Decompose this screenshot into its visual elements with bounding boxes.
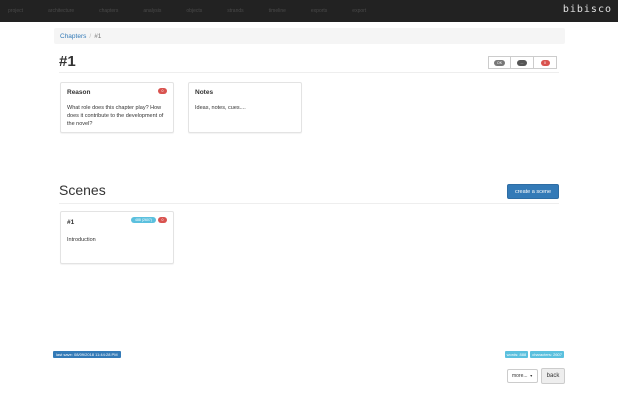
nav-item-project[interactable]: project <box>8 8 23 14</box>
scene-card-body: Introduction <box>67 237 96 243</box>
top-navbar: project architecture chapters analysis o… <box>0 0 618 22</box>
reason-status-badge: 0 <box>158 88 167 94</box>
title-divider <box>59 72 559 73</box>
word-stats: words: 888 characters: 2607 <box>504 351 564 358</box>
back-button[interactable]: back <box>541 368 565 384</box>
reason-card-title: Reason <box>67 89 91 96</box>
caret-down-icon: ▼ <box>529 374 534 378</box>
scene-words-badge: 488 (2607) <box>131 217 156 223</box>
characters-count-label: characters: 2607 <box>530 351 564 358</box>
last-save-label: last save: 08/09/2018 11:44:28 PM <box>53 351 121 358</box>
nav-item-analysis[interactable]: analysis <box>143 8 161 14</box>
notes-card-title: Notes <box>195 89 214 96</box>
chapter-status-button-group: OK ... 0 <box>488 56 557 69</box>
breadcrumb-current: #1 <box>94 32 102 40</box>
more-button-label: more... <box>511 373 528 379</box>
navbar-menu: project architecture chapters analysis o… <box>8 0 391 22</box>
nav-item-timeline[interactable]: timeline <box>269 8 286 14</box>
scene-badges: 488 (2607) 0 <box>131 217 167 223</box>
reason-card-body: What role does this chapter play? How do… <box>67 105 164 127</box>
scene-card[interactable]: #1 488 (2607) 0 Introduction <box>60 211 174 264</box>
scene-status-badge: 0 <box>158 217 167 223</box>
notes-card[interactable]: Notes Ideas, notes, cues.... <box>188 82 302 133</box>
status-todo-badge: ... <box>517 59 527 66</box>
breadcrumb-separator: / <box>89 32 92 40</box>
page-title: #1 <box>59 53 76 70</box>
status-zero-badge: 0 <box>540 59 550 66</box>
status-ok-button[interactable]: OK <box>488 56 511 69</box>
nav-item-strands[interactable]: strands <box>227 8 243 14</box>
app-logo: bibisco <box>562 4 612 15</box>
breadcrumb: Chapters / #1 <box>54 28 565 44</box>
status-ok-badge: OK <box>494 59 505 66</box>
nav-item-chapters[interactable]: chapters <box>99 8 118 14</box>
scene-card-title: #1 <box>67 219 75 226</box>
nav-item-exports[interactable]: exports <box>311 8 327 14</box>
scenes-divider <box>59 203 559 204</box>
breadcrumb-chapters-link[interactable]: Chapters <box>60 33 86 40</box>
status-zero-button[interactable]: 0 <box>534 56 557 69</box>
nav-item-objects[interactable]: objects <box>186 8 202 14</box>
create-scene-button[interactable]: create a scene <box>507 184 559 199</box>
nav-item-architecture[interactable]: architecture <box>48 8 74 14</box>
words-count-label: words: 888 <box>504 351 529 358</box>
more-dropdown-button[interactable]: more... ▼ <box>507 369 538 383</box>
nav-item-export[interactable]: export <box>352 8 366 14</box>
status-todo-button[interactable]: ... <box>511 56 534 69</box>
notes-card-body: Ideas, notes, cues.... <box>195 105 246 111</box>
reason-card[interactable]: Reason 0 What role does this chapter pla… <box>60 82 174 133</box>
scenes-heading: Scenes <box>59 182 106 198</box>
